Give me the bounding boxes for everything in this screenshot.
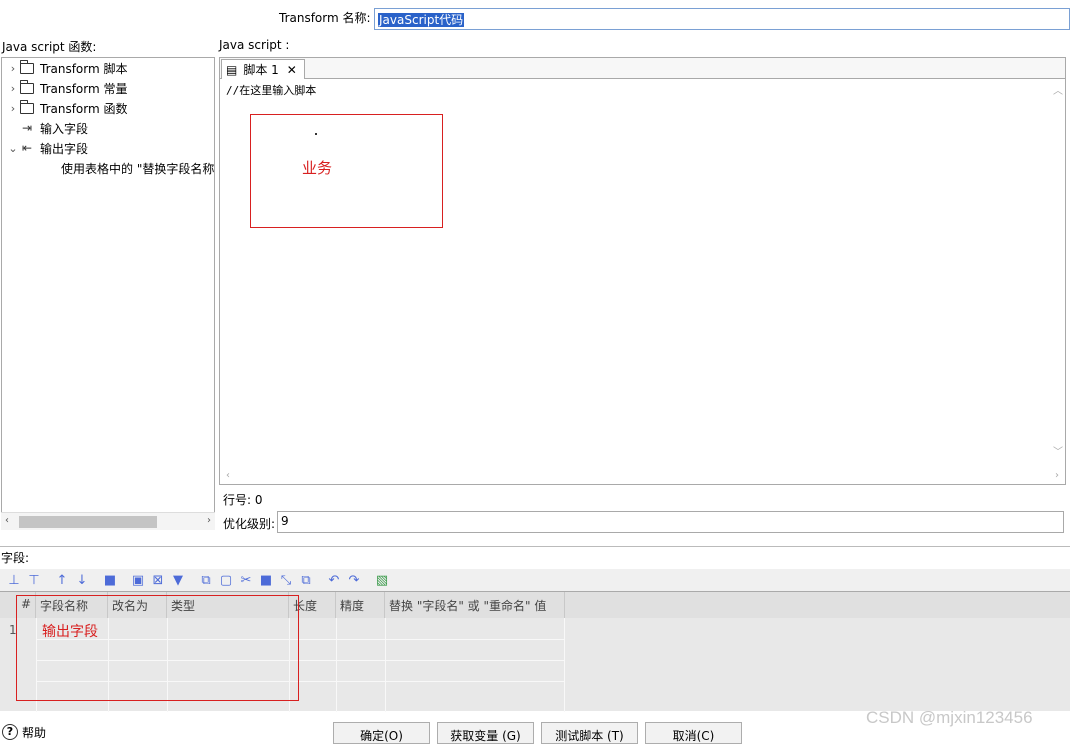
transform-name-input[interactable]: JavaScript代码 <box>374 8 1070 30</box>
cancel-button[interactable]: 取消(C) <box>645 722 742 744</box>
grid-col-line <box>564 618 565 712</box>
help-button[interactable]: ? 帮助 <box>2 722 46 742</box>
tab-script-1[interactable]: ▤ 脚本 1 ✕ <box>221 59 305 79</box>
duplicate-icon[interactable]: ⧉ <box>296 570 316 590</box>
export-excel-icon[interactable]: ▧ <box>372 570 392 590</box>
scroll-thumb[interactable] <box>19 516 157 528</box>
chevron-right-icon[interactable]: › <box>6 82 20 95</box>
script-editor-label: Java script : <box>219 38 290 52</box>
tree-item-input-fields[interactable]: ⇥ 输入字段 <box>20 118 88 138</box>
close-icon[interactable]: ✕ <box>287 63 297 77</box>
scroll-left-icon[interactable]: ‹ <box>5 515 9 526</box>
column-header-empty <box>565 592 1070 618</box>
folder-icon <box>20 79 34 94</box>
script-file-icon: ▤ <box>226 62 238 77</box>
input-field-icon: ⇥ <box>21 121 33 135</box>
annotation-box: 业务 <box>250 114 443 228</box>
watermark: CSDN @mjxin123456 <box>866 708 1033 727</box>
scroll-down-icon[interactable]: ﹀ <box>1053 443 1063 458</box>
scroll-up-icon[interactable]: ︿ <box>1053 82 1063 97</box>
redo-icon[interactable]: ↷ <box>344 570 364 590</box>
clear-selection-icon[interactable]: ⊠ <box>148 570 168 590</box>
help-label: 帮助 <box>22 725 47 740</box>
fields-toolbar: ⊥ ⊤ ↑ ↓ ■ ▣ ⊠ ▼ ⧉ ▢ ✂ ■ ⤡ ⧉ ↶ ↷ ▧ <box>0 569 1070 591</box>
paste-icon[interactable]: ▢ <box>216 570 236 590</box>
code-line[interactable]: //在这里输入脚本 <box>226 82 316 98</box>
move-down-icon[interactable]: ↓ <box>72 570 92 590</box>
cut-icon[interactable]: ✂ <box>236 570 256 590</box>
test-script-button[interactable]: 测试脚本 (T) <box>541 722 638 744</box>
tree-item-transform-functions[interactable]: › Transform 函数 <box>6 98 128 118</box>
scroll-right-icon[interactable]: › <box>1055 470 1059 481</box>
move-up-icon[interactable]: ↑ <box>52 570 72 590</box>
scroll-left-icon[interactable]: ‹ <box>226 470 230 481</box>
undo-icon[interactable]: ↶ <box>324 570 344 590</box>
tree-item-label: 输出字段 <box>40 141 89 156</box>
tree-item-transform-constants[interactable]: › Transform 常量 <box>6 78 128 98</box>
output-field-icon: ⇤ <box>21 141 33 155</box>
cursor-dot <box>315 133 317 135</box>
tree-horizontal-scrollbar[interactable]: ‹ › <box>1 512 215 530</box>
get-variables-button[interactable]: 获取变量 (G) <box>437 722 534 744</box>
column-header-replace[interactable]: 替换 "字段名" 或 "重命名" 值 <box>385 592 565 618</box>
tree-item-label: Transform 函数 <box>40 101 128 116</box>
tree-item-output-fields[interactable]: ⌄ ⇤ 输出字段 <box>6 138 88 158</box>
tree-item-label: Transform 常量 <box>40 81 128 96</box>
fields-label: 字段: <box>1 551 30 565</box>
folder-icon <box>20 99 34 114</box>
chevron-right-icon[interactable]: › <box>6 102 20 115</box>
annotation-box <box>16 595 299 701</box>
scroll-right-icon[interactable]: › <box>207 515 211 526</box>
script-tab-bar: ▤ 脚本 1 ✕ <box>220 58 1065 79</box>
select-all-icon[interactable]: ▣ <box>128 570 148 590</box>
tree-item-label: 使用表格中的 "替换字段名称 <box>61 161 215 176</box>
tab-label: 脚本 1 <box>243 63 279 77</box>
tree-item-replace-hint[interactable]: 使用表格中的 "替换字段名称 <box>61 158 214 178</box>
annotation-label: 业务 <box>302 159 333 177</box>
insert-row-before-icon[interactable]: ⊥ <box>4 570 24 590</box>
optimization-level-input[interactable]: 9 <box>277 511 1064 533</box>
column-header-precision[interactable]: 精度 <box>336 592 385 618</box>
delete-icon[interactable]: ■ <box>100 570 120 590</box>
script-editor[interactable]: ▤ 脚本 1 ✕ //在这里输入脚本 业务 ︿ ﹀ ‹ › <box>219 57 1066 485</box>
functions-tree-label: Java script 函数: <box>2 40 97 54</box>
chevron-right-icon[interactable]: › <box>6 62 20 75</box>
ok-button[interactable]: 确定(O) <box>333 722 430 744</box>
chevron-down-icon[interactable]: ⌄ <box>6 142 20 155</box>
insert-row-after-icon[interactable]: ⊤ <box>24 570 44 590</box>
delete-rows-icon[interactable]: ■ <box>256 570 276 590</box>
help-icon: ? <box>2 724 18 740</box>
line-number-label: 行号: 0 <box>223 493 263 507</box>
filter-icon[interactable]: ▼ <box>168 570 188 590</box>
divider <box>0 546 1070 547</box>
transform-name-label: Transform 名称: <box>279 11 371 25</box>
transform-name-value: JavaScript代码 <box>378 13 465 27</box>
tree-item-label: 输入字段 <box>40 121 89 136</box>
tree-item-transform-script[interactable]: › Transform 脚本 <box>6 58 128 78</box>
editor-horizontal-scrollbar[interactable]: ‹ › <box>220 469 1065 484</box>
folder-icon <box>20 59 34 74</box>
grid-col-line <box>336 618 337 712</box>
grid-col-line <box>385 618 386 712</box>
functions-tree[interactable]: › Transform 脚本 › Transform 常量 › Transfor… <box>1 57 215 530</box>
copy-icon[interactable]: ⧉ <box>196 570 216 590</box>
editor-vertical-scrollbar[interactable]: ︿ ﹀ <box>1050 80 1065 468</box>
collapse-icon[interactable]: ⤡ <box>276 570 296 590</box>
tree-item-label: Transform 脚本 <box>40 61 128 76</box>
optimization-label: 优化级别: <box>223 517 276 531</box>
